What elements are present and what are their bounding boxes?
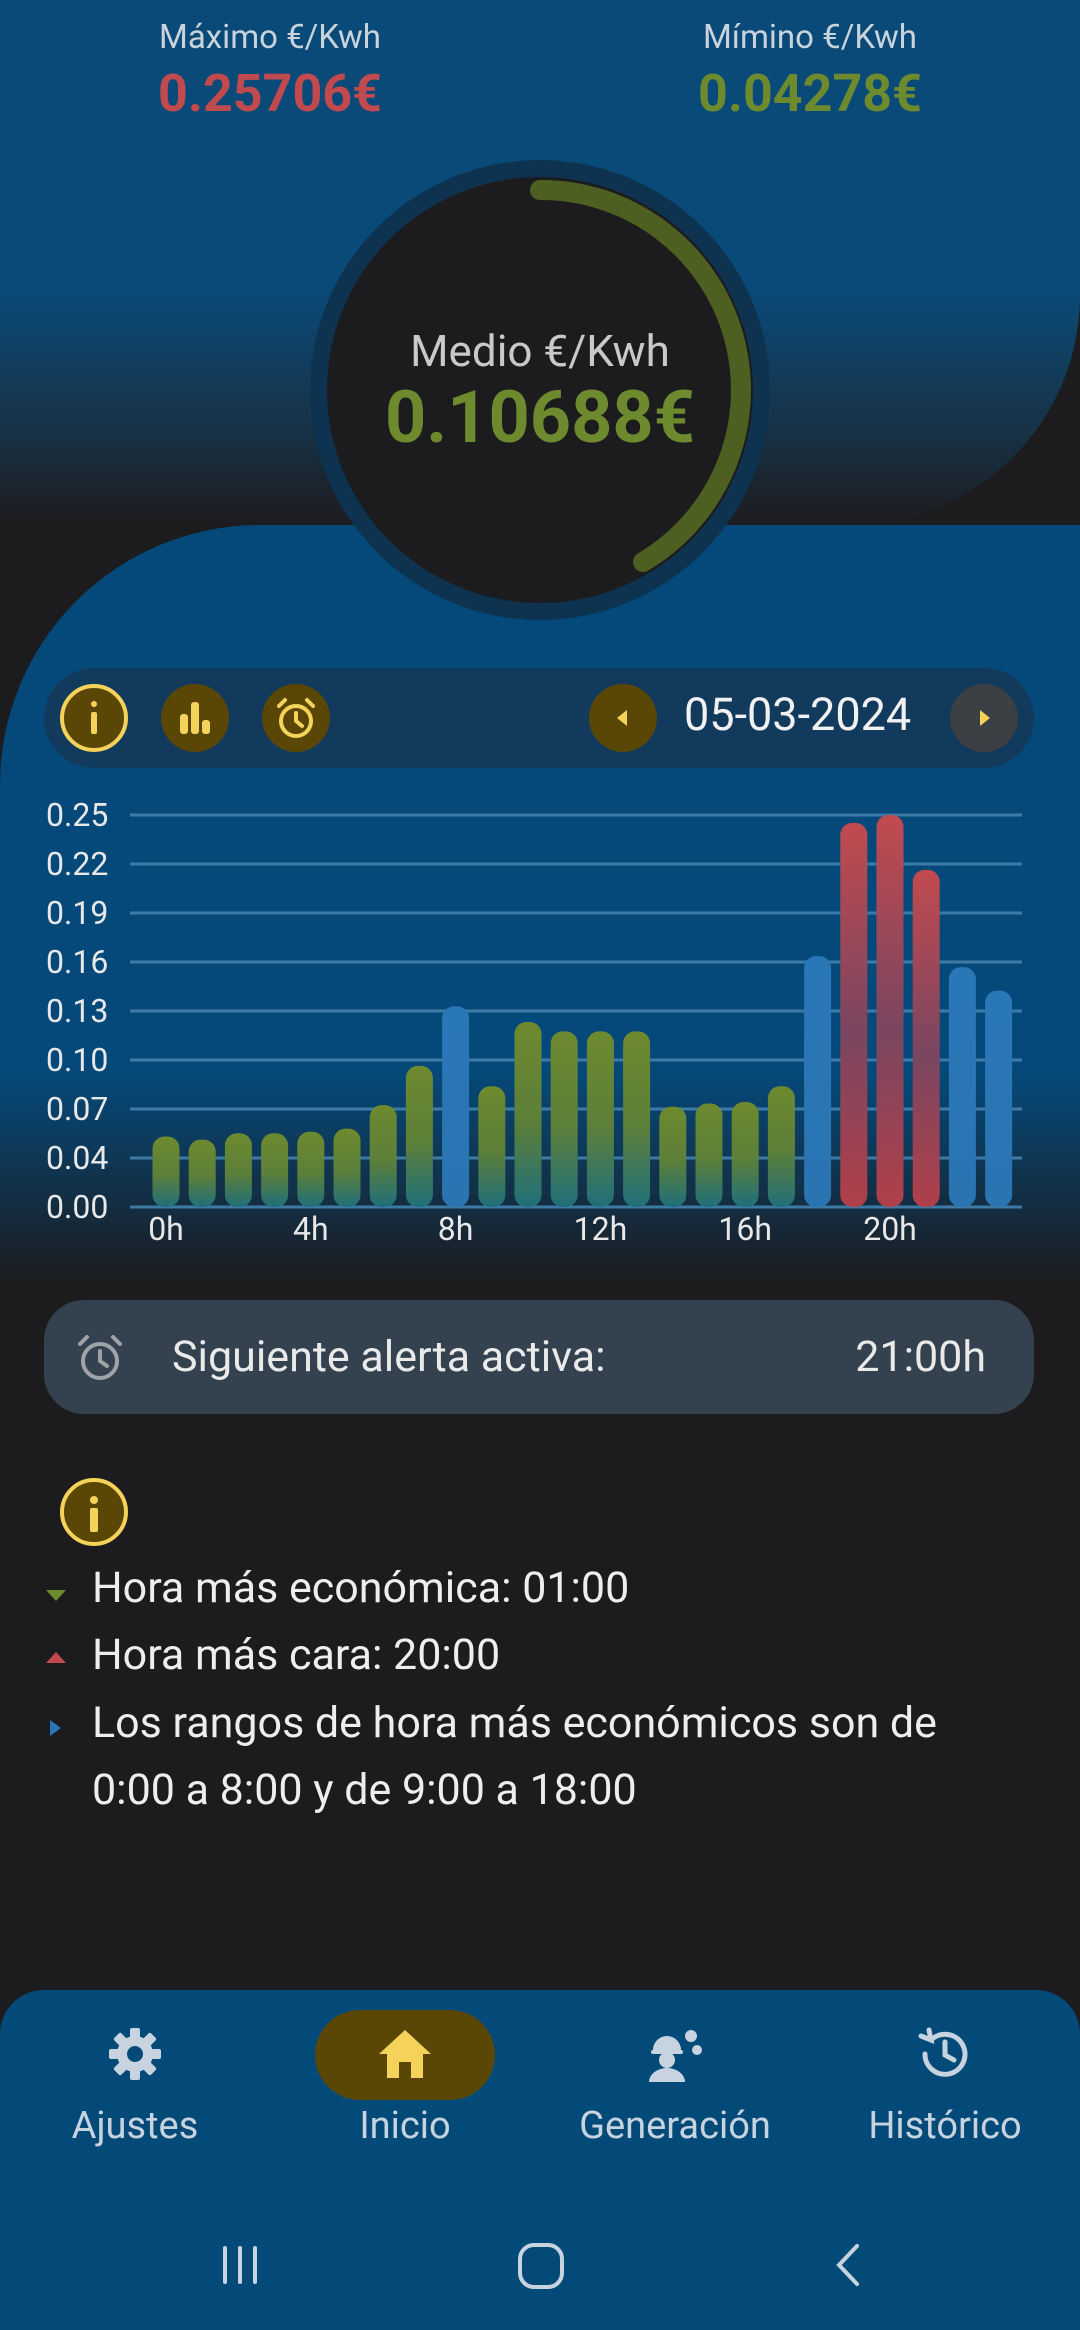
bar-10h[interactable]	[514, 1021, 542, 1207]
y-tick-label: 0.04	[46, 1139, 108, 1177]
min-price-stat: Mímino €/Kwh 0.04278€	[620, 18, 1000, 124]
expensive-hour-text: Hora más cara: 20:00	[92, 1630, 501, 1680]
y-tick-label: 0.00	[46, 1188, 108, 1226]
nav-item-inicio[interactable]: Inicio	[270, 2010, 540, 2148]
cheapest-marker-icon	[46, 1590, 66, 1601]
nav-item-historico[interactable]: Histórico	[810, 2010, 1080, 2148]
bar-7h[interactable]	[405, 1065, 433, 1207]
bar-14h[interactable]	[659, 1106, 687, 1207]
bar-9h[interactable]	[478, 1086, 506, 1207]
x-tick-label: 12h	[574, 1210, 628, 1248]
x-tick-label: 4h	[293, 1210, 329, 1248]
bar-15h[interactable]	[695, 1103, 723, 1207]
gear-icon	[109, 2028, 161, 2080]
expensive-marker-icon	[46, 1652, 66, 1663]
average-price-gauge: Medio €/Kwh 0.10688€	[310, 160, 770, 620]
recent-apps-icon[interactable]	[215, 2240, 265, 2290]
y-tick-label: 0.16	[46, 943, 108, 981]
min-price-value: 0.04278€	[698, 63, 922, 124]
max-price-label: Máximo €/Kwh	[159, 18, 381, 57]
average-price-value: 0.10688€	[384, 375, 696, 460]
bar-20h[interactable]	[876, 815, 904, 1207]
bar-8h[interactable]	[442, 1006, 470, 1207]
max-price-stat: Máximo €/Kwh 0.25706€	[80, 18, 460, 124]
home-system-icon[interactable]	[515, 2240, 567, 2292]
next-alert-label: Siguiente alerta activa:	[172, 1332, 606, 1382]
cheap-ranges-line1: Los rangos de hora más económicos son de	[92, 1698, 937, 1748]
average-price-label: Medio €/Kwh	[410, 325, 670, 377]
bar-22h[interactable]	[948, 967, 976, 1207]
cheap-ranges-line2: 0:00 a 8:00 y de 9:00 a 18:00	[92, 1765, 637, 1815]
prev-arrow-icon	[617, 710, 627, 726]
bar-3h[interactable]	[261, 1133, 289, 1207]
max-price-value: 0.25706€	[158, 63, 382, 124]
price-bar-chart[interactable]: 0.25 0.22 0.19 0.16 0.13 0.10 0.07 0.04 0.00 0h 4…	[0, 790, 1080, 1260]
bar-12h[interactable]	[586, 1031, 614, 1207]
bar-16h[interactable]	[731, 1101, 759, 1207]
bar-1h[interactable]	[188, 1139, 216, 1207]
back-icon[interactable]	[825, 2240, 875, 2290]
bar-13h[interactable]	[623, 1031, 651, 1207]
bar-5h[interactable]	[333, 1128, 361, 1207]
worker-gear-icon	[649, 2030, 702, 2082]
x-tick-label: 20h	[863, 1210, 917, 1248]
alarm-icon	[78, 1335, 122, 1380]
bar-6h[interactable]	[369, 1105, 397, 1207]
alarm-icon[interactable]	[262, 684, 330, 752]
next-alert-time: 21:00h	[855, 1332, 986, 1382]
nav-item-generacion[interactable]: Generación	[540, 2010, 810, 2148]
y-tick-label: 0.10	[46, 1041, 108, 1079]
nav-item-ajustes[interactable]: Ajustes	[0, 2010, 270, 2148]
ranges-marker-icon	[50, 1720, 61, 1736]
nav-label-historico: Histórico	[868, 2104, 1022, 2148]
x-tick-label: 0h	[148, 1210, 184, 1248]
y-tick-label: 0.13	[46, 992, 108, 1030]
bar-11h[interactable]	[550, 1031, 578, 1207]
prev-date-button[interactable]	[589, 684, 657, 752]
y-tick-label: 0.22	[46, 845, 108, 883]
bar-4h[interactable]	[297, 1131, 325, 1207]
bar-2h[interactable]	[224, 1133, 252, 1207]
next-arrow-icon	[980, 710, 990, 726]
bar-17h[interactable]	[767, 1086, 795, 1207]
chart-toolbar: 05-03-2024	[44, 668, 1034, 768]
nav-label-inicio: Inicio	[359, 2104, 451, 2148]
bar-21h[interactable]	[912, 869, 940, 1207]
bar-18h[interactable]	[804, 956, 832, 1207]
y-tick-label: 0.19	[46, 894, 108, 932]
selected-date[interactable]: 05-03-2024	[684, 688, 911, 741]
min-price-label: Mímino €/Kwh	[702, 18, 917, 57]
bar-19h[interactable]	[840, 822, 868, 1207]
nav-label-ajustes: Ajustes	[71, 2104, 199, 2148]
y-tick-label: 0.25	[46, 796, 108, 834]
bar-23h[interactable]	[985, 990, 1013, 1207]
bar-0h[interactable]	[152, 1136, 180, 1207]
home-icon	[379, 2030, 431, 2078]
info-icon[interactable]	[60, 684, 128, 752]
history-icon	[918, 2027, 968, 2077]
next-date-button[interactable]	[950, 684, 1018, 752]
nav-label-generacion: Generación	[579, 2104, 771, 2148]
x-tick-label: 8h	[438, 1210, 474, 1248]
x-tick-label: 16h	[718, 1210, 772, 1248]
bar-chart-icon[interactable]	[161, 684, 229, 752]
cheapest-hour-text: Hora más económica: 01:00	[92, 1563, 630, 1613]
next-alert-card[interactable]: Siguiente alerta activa: 21:00h	[44, 1300, 1034, 1414]
y-tick-label: 0.07	[46, 1090, 108, 1128]
info-icon	[58, 1476, 130, 1548]
